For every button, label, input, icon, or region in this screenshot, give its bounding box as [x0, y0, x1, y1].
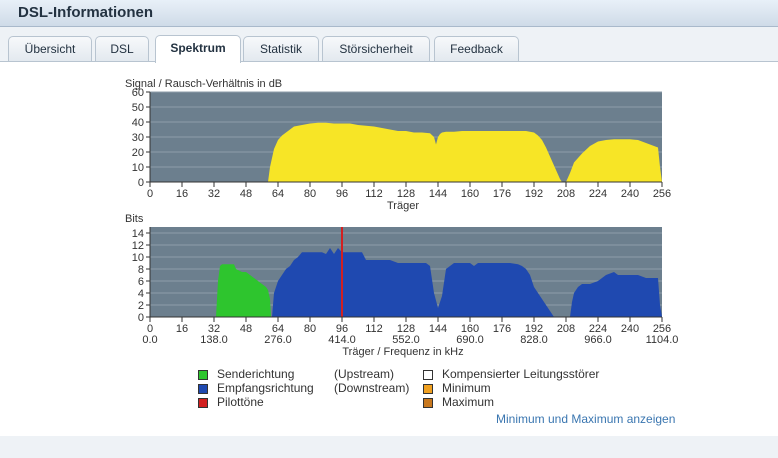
snr-yticks: 0 10 20 30 40 50 60: [132, 87, 151, 189]
x-tick-label: 80: [304, 323, 316, 335]
x-tick-label: 64: [272, 188, 284, 200]
x-tick-label: 112: [365, 323, 383, 335]
y-tick-label: 2: [138, 300, 144, 312]
x-tick-label: 160: [461, 188, 479, 200]
bits-yticks: 02468101214: [132, 227, 151, 324]
legend-pilot: Pilottöne: [217, 395, 264, 409]
x-tick-label: 32: [208, 188, 220, 200]
x-tick-label: 96: [336, 188, 348, 200]
x-tick-label: 80: [304, 188, 316, 200]
x-tick-label: 112: [365, 188, 383, 200]
y-tick-label: 20: [132, 147, 144, 159]
bits-ylabel: Bits: [125, 213, 144, 225]
upstream-swatch: [198, 370, 208, 380]
x-tick-label: 48: [240, 323, 252, 335]
y-tick-label: 10: [132, 162, 144, 174]
snr-xlabel: Träger: [387, 200, 419, 212]
snr-xticks: 0 16 32 48 64 80 96 112 128 144 160 176 192 208 224 240…: [147, 181, 671, 200]
frequency-tick-label: 552.0: [392, 334, 420, 346]
x-tick-label: 144: [429, 323, 447, 335]
x-tick-label: 256: [653, 188, 671, 200]
frequency-tick-label: 966.0: [584, 334, 612, 346]
x-tick-label: 144: [429, 188, 447, 200]
footer-bar: [0, 436, 778, 458]
tab-feedback[interactable]: Feedback: [434, 36, 519, 61]
legend-noise: Kompensierter Leitungsstörer: [442, 367, 600, 381]
x-tick-label: 128: [397, 188, 415, 200]
bits-xticks: 0 16 32 48 64 80 96 112 128 144 160 176 192 208 224 240…: [147, 316, 671, 335]
y-tick-label: 4: [138, 288, 144, 300]
show-minmax-link[interactable]: Minimum und Maximum anzeigen: [496, 412, 675, 426]
y-tick-label: 40: [132, 117, 144, 129]
x-tick-label: 48: [240, 188, 252, 200]
x-tick-label: 208: [557, 323, 575, 335]
bits-xlabel: Träger / Frequenz in kHz: [342, 346, 463, 358]
x-tick-label: 224: [589, 188, 607, 200]
minimum-swatch: [423, 384, 433, 394]
x-tick-label: 176: [493, 323, 511, 335]
y-tick-label: 60: [132, 87, 144, 99]
x-tick-label: 0: [147, 188, 153, 200]
y-tick-label: 12: [132, 240, 144, 252]
y-tick-label: 30: [132, 132, 144, 144]
y-tick-label: 50: [132, 102, 144, 114]
snr-ylabel: Signal / Rausch-Verhältnis in dB: [125, 78, 282, 90]
tab-uebersicht[interactable]: Übersicht: [8, 36, 92, 61]
tab-spektrum[interactable]: Spektrum: [155, 35, 241, 63]
y-tick-label: 6: [138, 276, 144, 288]
legend-upstream: Senderichtung: [217, 367, 295, 381]
tab-stoersicherheit[interactable]: Störsicherheit: [322, 36, 430, 61]
tab-statistik[interactable]: Statistik: [243, 36, 319, 61]
frequency-tick-label: 138.0: [200, 334, 228, 346]
x-tick-label: 16: [176, 188, 188, 200]
x-tick-label: 16: [176, 323, 188, 335]
y-tick-label: 8: [138, 264, 144, 276]
frequency-tick-label: 414.0: [328, 334, 356, 346]
noise-swatch: [423, 370, 433, 380]
frequency-tick-label: 0.0: [142, 334, 157, 346]
maximum-swatch: [423, 398, 433, 408]
legend-minimum: Minimum: [442, 381, 491, 395]
pilot-swatch: [198, 398, 208, 408]
frequency-tick-label: 1104.0: [646, 334, 679, 346]
tab-dsl[interactable]: DSL: [95, 36, 149, 61]
page-title: DSL-Informationen: [18, 4, 153, 21]
legend-upstream-note: (Upstream): [334, 367, 395, 381]
bits-frequency-ticks: 0.0 138.0 276.0 414.0 552.0 690.0 828.0 966.0 11…: [142, 334, 678, 346]
y-tick-label: 0: [138, 177, 144, 189]
x-tick-label: 240: [621, 188, 639, 200]
x-tick-label: 208: [557, 188, 575, 200]
downstream-swatch: [198, 384, 208, 394]
y-tick-label: 14: [132, 228, 144, 240]
y-tick-label: 10: [132, 252, 144, 264]
x-tick-label: 240: [621, 323, 639, 335]
x-tick-label: 176: [493, 188, 511, 200]
frequency-tick-label: 276.0: [264, 334, 292, 346]
y-tick-label: 0: [138, 312, 144, 324]
legend-downstream-note: (Downstream): [334, 381, 410, 395]
x-tick-label: 192: [525, 188, 543, 200]
legend-downstream: Empfangsrichtung: [217, 381, 314, 395]
legend-maximum: Maximum: [442, 395, 495, 409]
frequency-tick-label: 828.0: [520, 334, 548, 346]
title-bar: DSL-Informationen: [0, 0, 778, 27]
frequency-tick-label: 690.0: [456, 334, 484, 346]
